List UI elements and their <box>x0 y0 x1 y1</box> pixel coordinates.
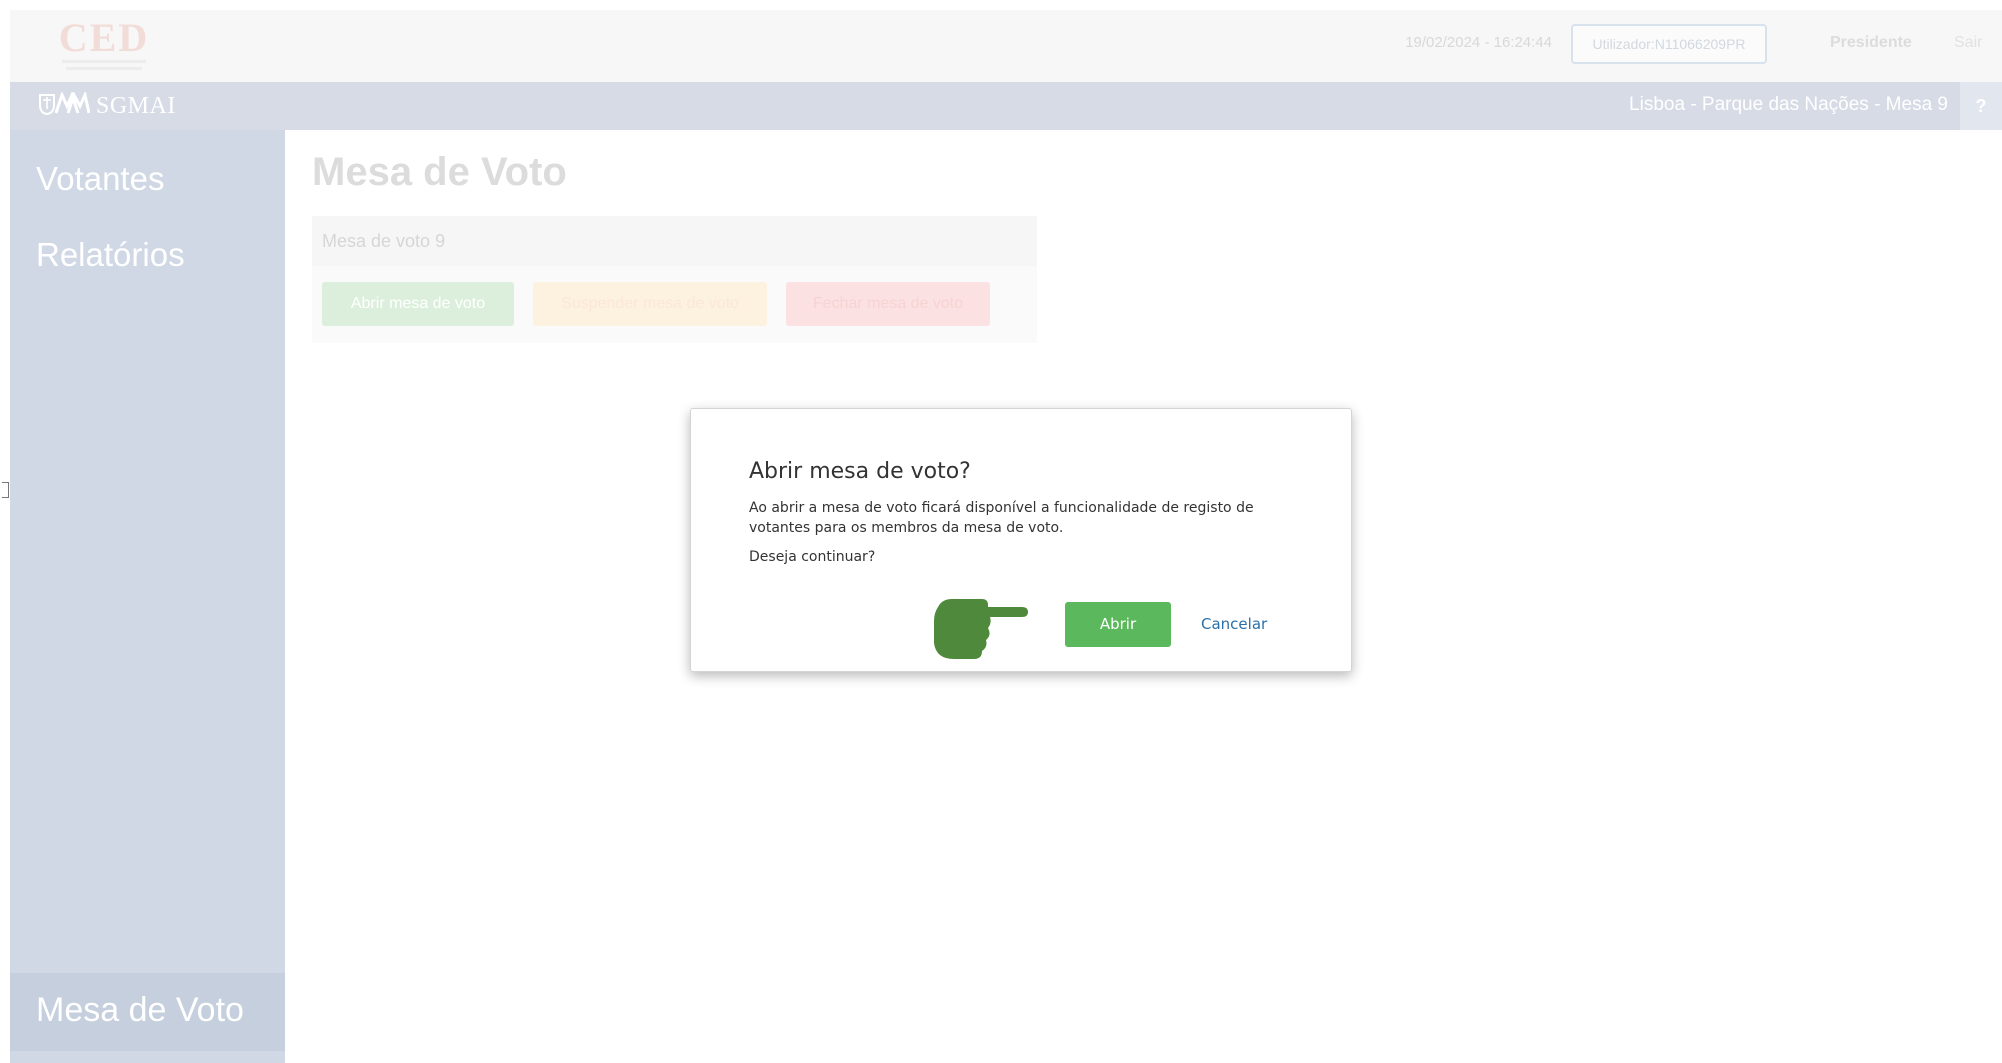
open-table-button[interactable]: Abrir mesa de voto <box>322 282 514 326</box>
mesa-panel: Mesa de voto 9 Abrir mesa de voto Suspen… <box>312 216 1037 343</box>
pointing-hand-icon <box>928 593 1028 661</box>
top-header: CED 19/02/2024 - 16:24:44 Utilizador:N11… <box>10 10 2002 82</box>
dialog-title: Abrir mesa de voto? <box>749 459 971 484</box>
sidebar-item-mesa-de-voto[interactable]: Mesa de Voto <box>10 973 285 1051</box>
sidebar: Votantes Relatórios Mesa de Voto <box>2 130 285 1063</box>
ced-logo: CED <box>52 18 156 76</box>
session-datetime: 19/02/2024 - 16:24:44 <box>1405 34 1552 51</box>
dialog-question: Deseja continuar? <box>749 549 876 565</box>
sub-header: SGMAI Lisboa - Parque das Nações - Mesa … <box>10 82 2002 130</box>
panel-header: Mesa de voto 9 <box>312 216 1037 266</box>
user-badge[interactable]: Utilizador:N11066209PR <box>1571 24 1767 64</box>
confirm-dialog: Abrir mesa de voto? Ao abrir a mesa de v… <box>690 408 1352 672</box>
panel-title: Mesa de voto 9 <box>322 231 446 251</box>
logout-link[interactable]: Sair <box>1954 34 1982 52</box>
sidebar-item-votantes[interactable]: Votantes <box>36 160 164 198</box>
page-title: Mesa de Voto <box>312 150 567 194</box>
sidebar-item-relatorios[interactable]: Relatórios <box>36 236 185 274</box>
sidebar-item-label: Mesa de Voto <box>36 991 244 1029</box>
app-window: CED 19/02/2024 - 16:24:44 Utilizador:N11… <box>2 10 2002 1063</box>
location-label: Lisboa - Parque das Nações - Mesa 9 <box>1629 94 1948 115</box>
user-role: Presidente <box>1830 34 1912 51</box>
ced-logo-text: CED <box>58 15 150 60</box>
sgmai-logo-icon <box>38 89 91 121</box>
brand: SGMAI <box>38 89 176 121</box>
cancel-link[interactable]: Cancelar <box>1201 615 1267 633</box>
close-table-button[interactable]: Fechar mesa de voto <box>786 282 990 326</box>
suspend-table-button[interactable]: Suspender mesa de voto <box>533 282 767 326</box>
dialog-message: Ao abrir a mesa de voto ficará disponíve… <box>749 500 1254 536</box>
confirm-open-button[interactable]: Abrir <box>1065 602 1171 647</box>
brand-name: SGMAI <box>96 92 176 119</box>
sidebar-edge-handle <box>2 482 9 498</box>
help-button[interactable]: ? <box>1960 82 2002 130</box>
